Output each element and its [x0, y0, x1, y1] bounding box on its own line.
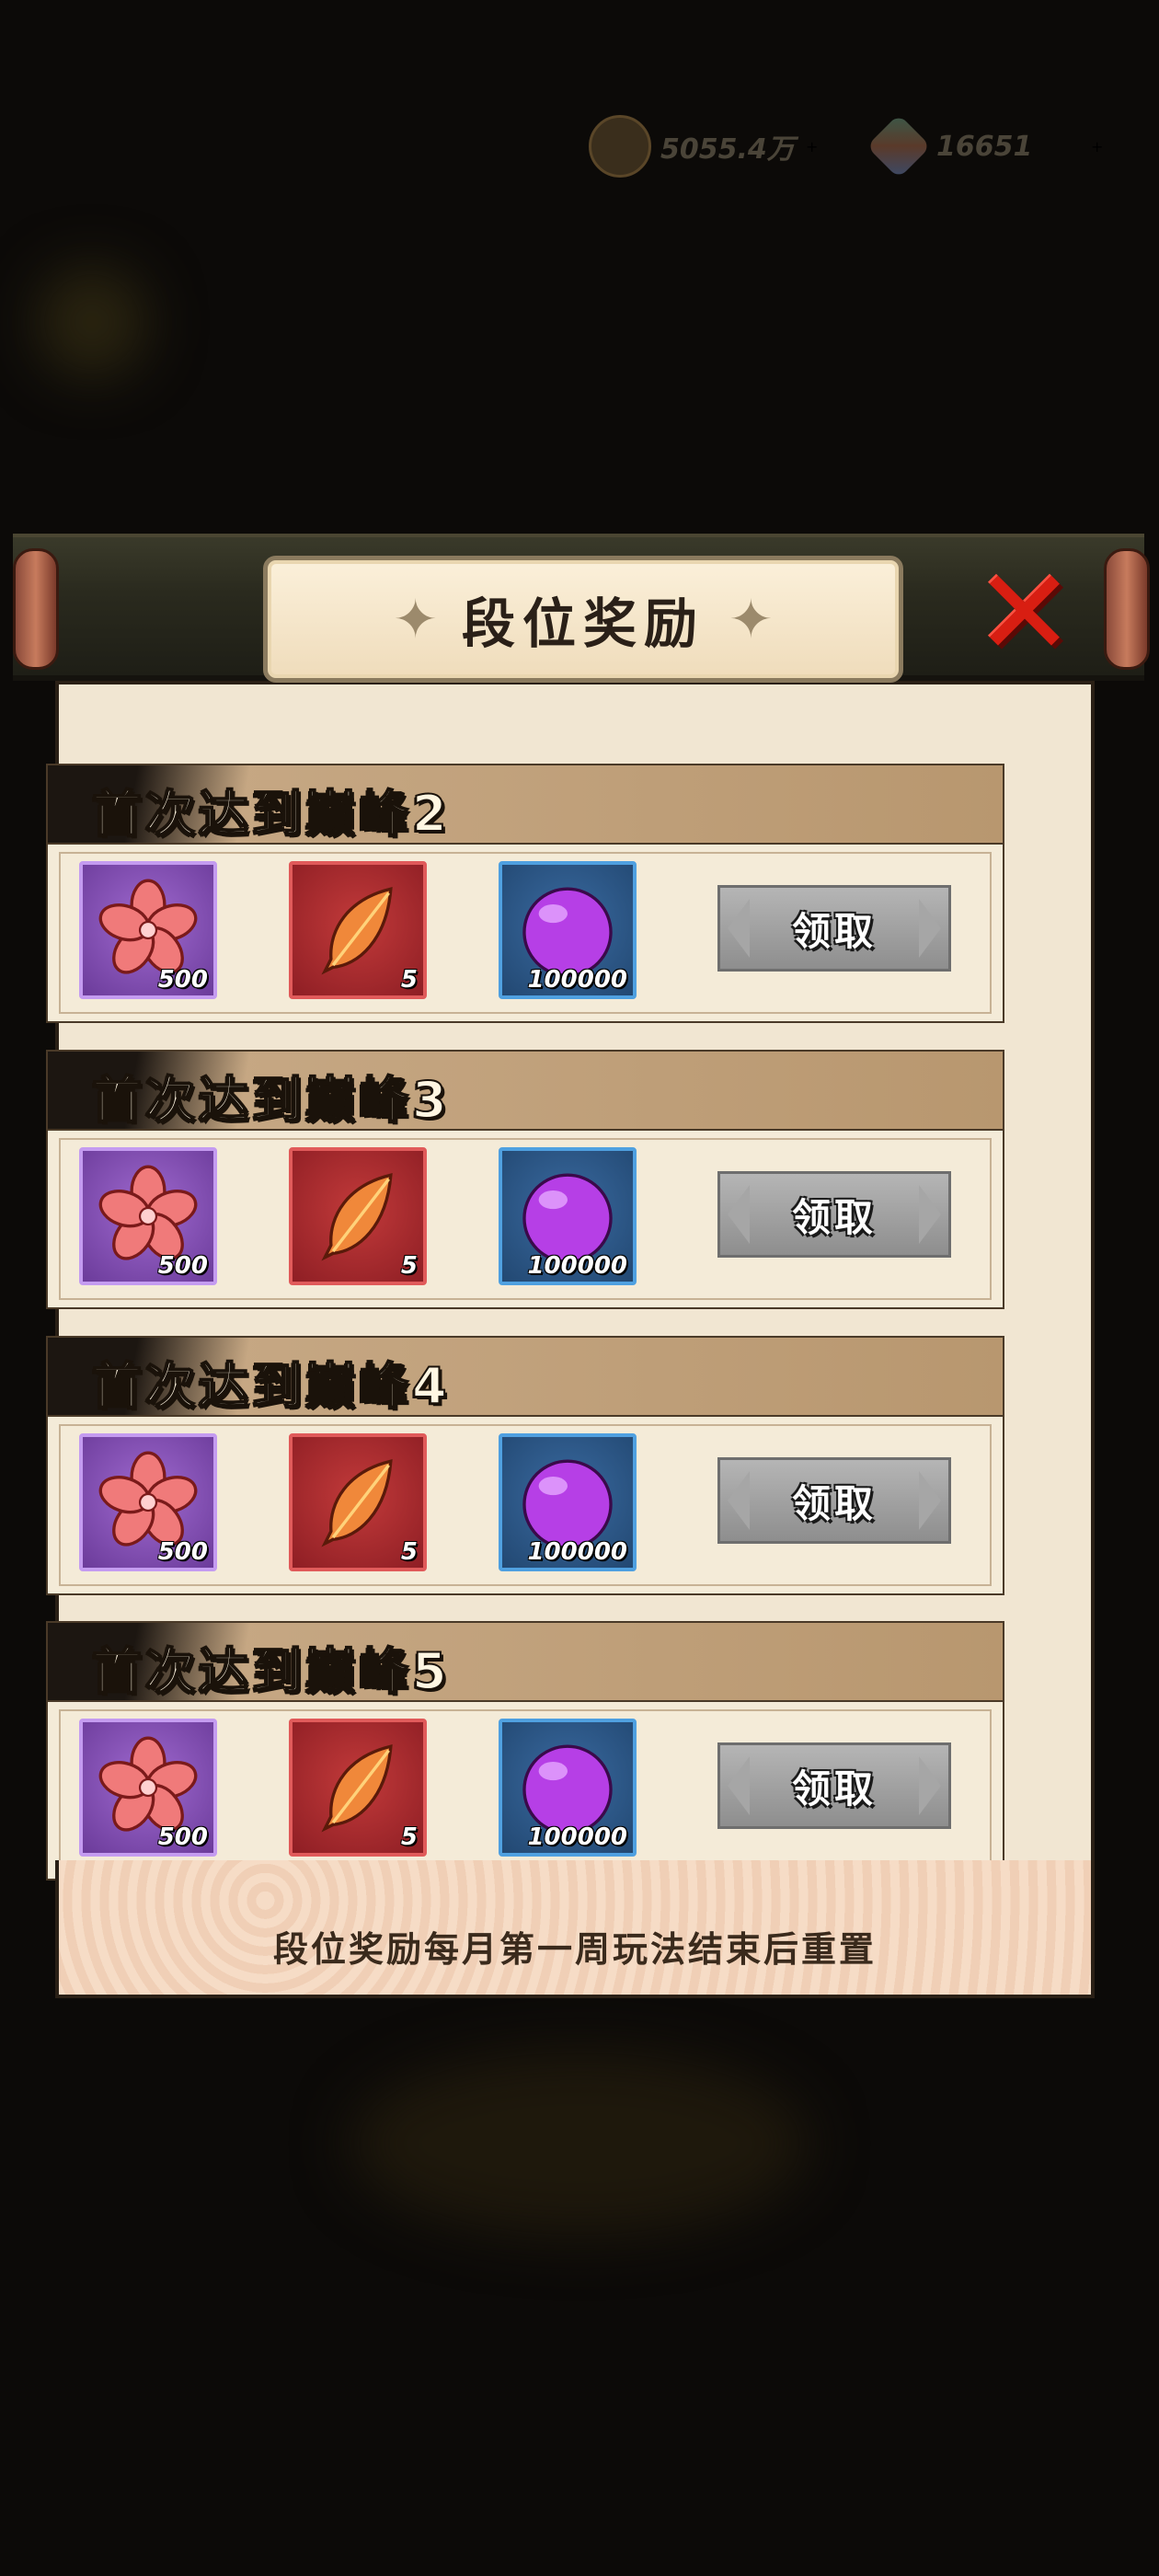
coin-counter: 5055.4万 — [589, 114, 795, 178]
reward-row-header: 首次达到巅峰2 — [46, 764, 1004, 845]
reward-item[interactable]: 5 — [289, 861, 427, 999]
scroll-rod-left — [13, 548, 59, 670]
reward-item[interactable]: 5 — [289, 1147, 427, 1285]
claim-button[interactable]: 领取 — [717, 1171, 951, 1258]
reward-item-quantity: 100000 — [527, 1823, 627, 1851]
gem-value: 16651 — [936, 130, 1033, 163]
reward-item-quantity: 5 — [400, 1252, 418, 1280]
reward-item-quantity: 500 — [157, 966, 208, 994]
reward-item-quantity: 5 — [400, 1538, 418, 1566]
currency-bar: 5055.4万 + 16651 + — [589, 113, 1159, 179]
dialog-title: 段位奖励 — [461, 592, 705, 655]
reward-item[interactable]: 100000 — [499, 861, 637, 999]
claim-button-label: 领取 — [791, 908, 877, 954]
scroll-rod-right — [1104, 548, 1150, 670]
reward-item-quantity: 100000 — [527, 966, 627, 994]
reward-row-body: 500 5 100000 领取 — [46, 1415, 1004, 1595]
reward-row: 首次达到巅峰4 500 5 100000 领取 — [46, 1336, 1004, 1595]
reward-row: 首次达到巅峰5 500 5 100000 领取 — [46, 1621, 1004, 1880]
reward-item[interactable]: 500 — [79, 1147, 217, 1285]
reward-item[interactable]: 500 — [79, 1433, 217, 1571]
reward-row-header: 首次达到巅峰3 — [46, 1050, 1004, 1131]
claim-button-label: 领取 — [791, 1194, 877, 1240]
reward-item[interactable]: 100000 — [499, 1433, 637, 1571]
footer-panel: 段位奖励每月第一周玩法结束后重置 — [55, 1860, 1095, 1998]
shuriken-icon: ✦ — [729, 588, 774, 650]
coin-value: 5055.4万 — [660, 133, 795, 166]
claim-button-label: 领取 — [791, 1765, 877, 1811]
background-glow — [37, 267, 147, 377]
reward-item-quantity: 500 — [157, 1823, 208, 1851]
reward-item-quantity: 500 — [157, 1252, 208, 1280]
claim-button[interactable]: 领取 — [717, 1457, 951, 1544]
reward-row-title: 首次达到巅峰2 — [91, 784, 451, 844]
reward-item-quantity: 100000 — [527, 1538, 627, 1566]
reward-row-title: 首次达到巅峰3 — [91, 1070, 451, 1130]
claim-button-label: 领取 — [791, 1480, 877, 1526]
add-gems-button[interactable]: + — [1091, 114, 1103, 178]
reward-item[interactable]: 500 — [79, 1719, 217, 1857]
gem-counter: 16651 — [866, 113, 1033, 179]
add-coins-button[interactable]: + — [806, 114, 818, 178]
claim-button[interactable]: 领取 — [717, 1742, 951, 1829]
reward-item[interactable]: 5 — [289, 1433, 427, 1571]
reward-item[interactable]: 100000 — [499, 1719, 637, 1857]
shuriken-icon: ✦ — [393, 588, 438, 650]
claim-button[interactable]: 领取 — [717, 885, 951, 972]
reward-item[interactable]: 500 — [79, 861, 217, 999]
reward-row: 首次达到巅峰3 500 5 100000 领取 — [46, 1050, 1004, 1309]
reward-row-body: 500 5 100000 领取 — [46, 1700, 1004, 1880]
reward-item-quantity: 5 — [400, 1823, 418, 1851]
reward-row: 首次达到巅峰2 500 5 100000 领取 — [46, 764, 1004, 1023]
reward-item[interactable]: 100000 — [499, 1147, 637, 1285]
coin-icon — [589, 115, 651, 178]
reward-row-header: 首次达到巅峰4 — [46, 1336, 1004, 1417]
reward-item-quantity: 100000 — [527, 1252, 627, 1280]
close-button[interactable]: ✕ — [971, 553, 1078, 673]
reward-row-header: 首次达到巅峰5 — [46, 1621, 1004, 1702]
reward-item-quantity: 5 — [400, 966, 418, 994]
gem-icon — [866, 113, 932, 179]
footer-note: 段位奖励每月第一周玩法结束后重置 — [272, 1929, 877, 1970]
title-plate: ✦ 段位奖励 ✦ — [263, 556, 903, 683]
background-button-glow — [350, 2052, 809, 2236]
reward-row-title: 首次达到巅峰5 — [91, 1641, 451, 1701]
reward-row-title: 首次达到巅峰4 — [91, 1356, 451, 1416]
reward-item[interactable]: 5 — [289, 1719, 427, 1857]
reward-item-quantity: 500 — [157, 1538, 208, 1566]
reward-row-body: 500 5 100000 领取 — [46, 1129, 1004, 1309]
reward-row-body: 500 5 100000 领取 — [46, 843, 1004, 1023]
